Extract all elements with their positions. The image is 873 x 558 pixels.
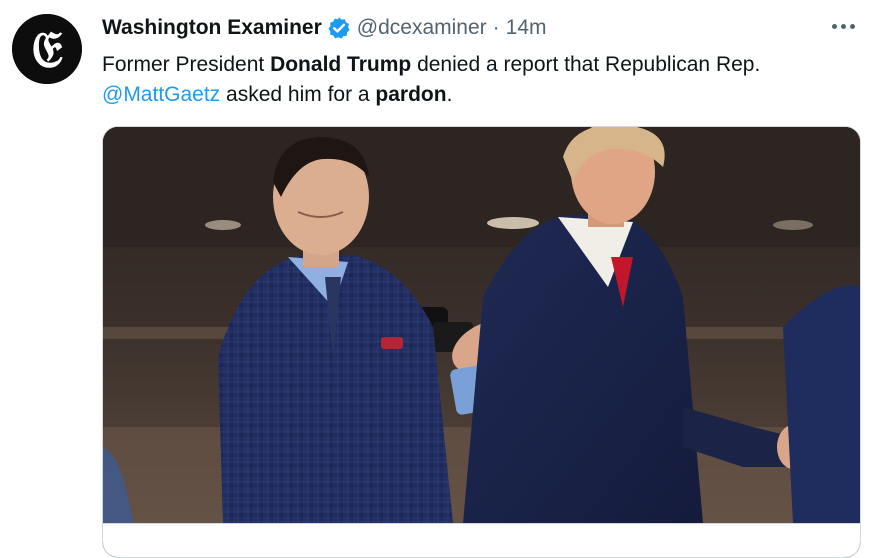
tweet-timestamp[interactable]: 14m [506, 16, 547, 40]
tweet-text-part: asked him for a [220, 83, 376, 106]
more-options-icon[interactable] [826, 12, 860, 40]
tweet-header: Washington Examiner @dcexaminer · 14m [102, 13, 547, 43]
author-handle[interactable]: @dcexaminer [357, 16, 487, 40]
media-card-footer [103, 523, 860, 557]
avatar-logo-letter: 𝔈 [32, 20, 63, 79]
tweet-photo [103, 127, 860, 523]
author-display-name[interactable]: Washington Examiner [102, 16, 322, 40]
author-avatar[interactable]: 𝔈 [12, 14, 82, 84]
tweet-text-part: denied a report that Republican Rep. [411, 53, 761, 76]
tweet-text: Former President Donald Trump denied a r… [102, 50, 842, 110]
tweet-text-part: Former President [102, 53, 271, 76]
mention-link[interactable]: @MattGaetz [102, 83, 220, 106]
tweet-bold-name: Donald Trump [270, 53, 412, 76]
verified-badge-icon [327, 16, 351, 40]
washington-examiner-logo-icon: 𝔈 [12, 14, 82, 84]
tweet-card[interactable]: 𝔈 Washington Examiner @dcexaminer · 14m … [0, 0, 873, 558]
header-separator: · [492, 16, 500, 39]
tweet-bold-word: pardon [375, 83, 447, 106]
tweet-media[interactable] [102, 126, 861, 558]
tweet-text-end: . [446, 83, 453, 106]
